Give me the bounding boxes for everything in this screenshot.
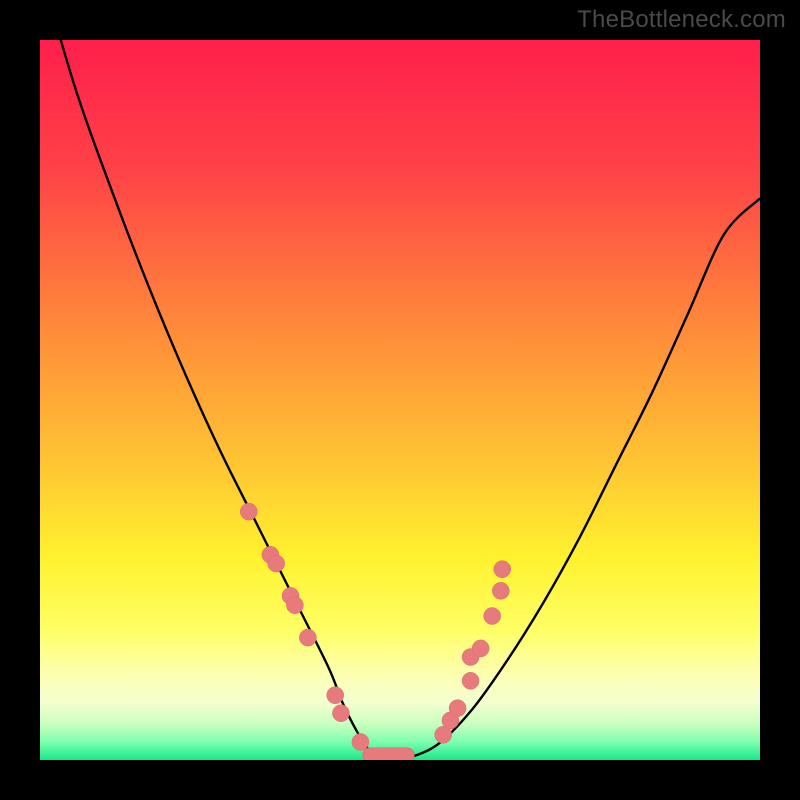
data-marker: [327, 687, 344, 704]
data-marker: [286, 597, 303, 614]
data-marker: [299, 629, 316, 646]
data-marker: [332, 705, 349, 722]
data-marker: [494, 561, 511, 578]
data-marker: [492, 582, 509, 599]
data-marker: [240, 503, 257, 520]
data-marker: [268, 555, 285, 572]
gradient-background: [40, 40, 760, 760]
chart-svg: [40, 40, 760, 760]
data-marker: [449, 700, 466, 717]
chart-frame: TheBottleneck.com: [0, 0, 800, 800]
chart-plot: [40, 40, 760, 760]
data-marker: [472, 640, 489, 657]
bottom-bar-marker: [363, 748, 415, 760]
data-marker: [462, 672, 479, 689]
watermark-label: TheBottleneck.com: [577, 6, 786, 34]
data-marker: [352, 734, 369, 751]
data-marker: [484, 608, 501, 625]
